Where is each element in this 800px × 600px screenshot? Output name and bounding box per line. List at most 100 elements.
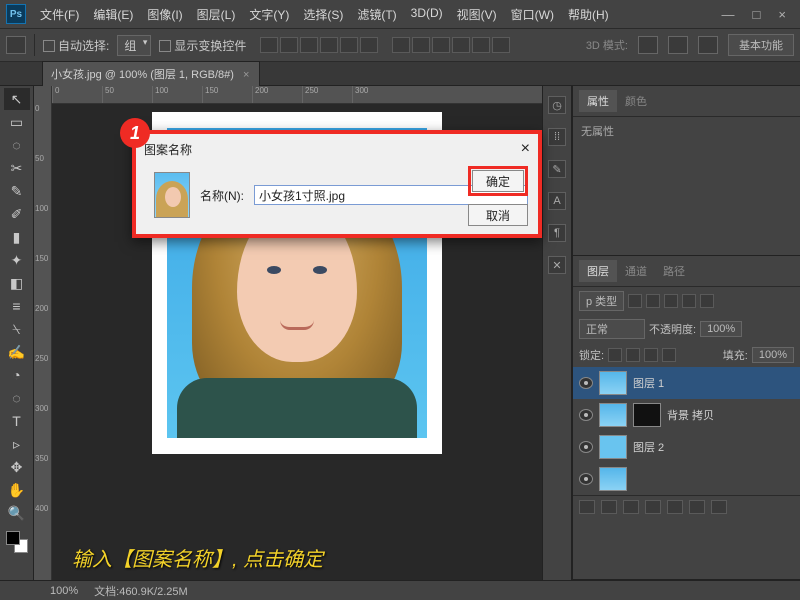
delete-layer-icon[interactable] xyxy=(711,500,727,514)
filter-icon[interactable] xyxy=(664,294,678,308)
character-icon[interactable]: A xyxy=(548,192,566,210)
maximize-button[interactable]: □ xyxy=(753,7,761,22)
align-icon[interactable] xyxy=(360,37,378,53)
distribute-icon[interactable] xyxy=(492,37,510,53)
menu-image[interactable]: 图像(I) xyxy=(141,4,188,25)
close-button[interactable]: × xyxy=(778,7,786,22)
layer-row[interactable]: 图层 2 xyxy=(573,431,800,463)
brushes-icon[interactable]: ⁞⁞ xyxy=(548,128,566,146)
blur-tool[interactable]: ✍ xyxy=(4,341,30,363)
tab-properties[interactable]: 属性 xyxy=(579,90,617,112)
layer-row[interactable]: 图层 1 xyxy=(573,367,800,399)
align-icon[interactable] xyxy=(320,37,338,53)
shape-tool[interactable]: ✥ xyxy=(4,456,30,478)
lock-icon[interactable] xyxy=(626,348,640,362)
minimize-button[interactable]: — xyxy=(722,7,735,22)
gradient-tool[interactable]: ⍀ xyxy=(4,318,30,340)
move-tool-icon[interactable] xyxy=(6,36,26,54)
lock-icon[interactable] xyxy=(608,348,622,362)
paragraph-icon[interactable]: ¶ xyxy=(548,224,566,242)
type-tool[interactable]: T xyxy=(4,410,30,432)
lasso-tool[interactable]: ◌ xyxy=(4,134,30,156)
blend-mode-dropdown[interactable]: 正常 xyxy=(579,319,645,339)
doc-info[interactable]: 文档:460.9K/2.25M xyxy=(94,583,188,599)
mask-icon[interactable] xyxy=(623,500,639,514)
tab-layers[interactable]: 图层 xyxy=(579,260,617,282)
path-tool[interactable]: ▹ xyxy=(4,433,30,455)
filter-icon[interactable] xyxy=(700,294,714,308)
group-icon[interactable] xyxy=(667,500,683,514)
menu-layer[interactable]: 图层(L) xyxy=(191,4,242,25)
tab-color[interactable]: 颜色 xyxy=(617,90,655,112)
tab-channels[interactable]: 通道 xyxy=(617,260,655,282)
visibility-icon[interactable] xyxy=(579,473,593,485)
filter-icon[interactable] xyxy=(682,294,696,308)
color-swatches[interactable] xyxy=(6,531,28,553)
filter-icon[interactable] xyxy=(646,294,660,308)
stamp-tool[interactable]: ✦ xyxy=(4,249,30,271)
opacity-field[interactable]: 100% xyxy=(700,321,742,337)
layer-row[interactable] xyxy=(573,463,800,495)
brush-presets-icon[interactable]: ✎ xyxy=(548,160,566,178)
ok-button[interactable]: 确定 xyxy=(472,170,524,192)
lock-icon[interactable] xyxy=(644,348,658,362)
align-icon[interactable] xyxy=(280,37,298,53)
visibility-icon[interactable] xyxy=(579,377,593,389)
auto-select-checkbox[interactable] xyxy=(43,40,55,52)
adjustment-icon[interactable] xyxy=(645,500,661,514)
pen-tool[interactable]: ◌ xyxy=(4,387,30,409)
layer-thumbnail[interactable] xyxy=(599,371,627,395)
marquee-tool[interactable]: ▭ xyxy=(4,111,30,133)
mode-3d-icon[interactable] xyxy=(698,36,718,54)
healing-tool[interactable]: ✐ xyxy=(4,203,30,225)
history-icon[interactable]: ◷ xyxy=(548,96,566,114)
visibility-icon[interactable] xyxy=(579,409,593,421)
menu-type[interactable]: 文字(Y) xyxy=(243,4,295,25)
new-layer-icon[interactable] xyxy=(689,500,705,514)
eraser-tool[interactable]: ≡ xyxy=(4,295,30,317)
zoom-tool[interactable]: 🔍 xyxy=(4,502,30,524)
distribute-icon[interactable] xyxy=(472,37,490,53)
brush-tool[interactable]: ▮ xyxy=(4,226,30,248)
link-layers-icon[interactable] xyxy=(579,500,595,514)
eyedropper-tool[interactable]: ✎ xyxy=(4,180,30,202)
foreground-swatch[interactable] xyxy=(6,531,20,545)
menu-view[interactable]: 视图(V) xyxy=(451,4,503,25)
cancel-button[interactable]: 取消 xyxy=(468,204,528,226)
dialog-close-icon[interactable]: × xyxy=(521,140,530,158)
distribute-icon[interactable] xyxy=(452,37,470,53)
workspace-switcher[interactable]: 基本功能 xyxy=(728,34,794,56)
auto-select-dropdown[interactable]: 组 xyxy=(117,35,151,56)
crop-tool[interactable]: ✂ xyxy=(4,157,30,179)
layer-filter-kind[interactable]: p 类型 xyxy=(579,291,624,311)
menu-edit[interactable]: 编辑(E) xyxy=(87,4,139,25)
layer-thumbnail[interactable] xyxy=(599,435,627,459)
distribute-icon[interactable] xyxy=(392,37,410,53)
menu-window[interactable]: 窗口(W) xyxy=(505,4,560,25)
fill-field[interactable]: 100% xyxy=(752,347,794,363)
history-brush-tool[interactable]: ◧ xyxy=(4,272,30,294)
align-icon[interactable] xyxy=(300,37,318,53)
hand-tool[interactable]: ✋ xyxy=(4,479,30,501)
layer-row[interactable]: 背景 拷贝 xyxy=(573,399,800,431)
menu-3d[interactable]: 3D(D) xyxy=(405,4,449,25)
zoom-level[interactable]: 100% xyxy=(50,585,78,597)
menu-select[interactable]: 选择(S) xyxy=(297,4,349,25)
menu-filter[interactable]: 滤镜(T) xyxy=(351,4,402,25)
distribute-icon[interactable] xyxy=(412,37,430,53)
menu-file[interactable]: 文件(F) xyxy=(34,4,85,25)
align-icon[interactable] xyxy=(340,37,358,53)
dodge-tool[interactable]: ◔ xyxy=(4,364,30,386)
swatches-icon[interactable]: ✕ xyxy=(548,256,566,274)
tab-close-icon[interactable]: × xyxy=(243,69,249,81)
menu-help[interactable]: 帮助(H) xyxy=(562,4,615,25)
fx-icon[interactable] xyxy=(601,500,617,514)
mode-3d-icon[interactable] xyxy=(638,36,658,54)
layer-mask-thumbnail[interactable] xyxy=(633,403,661,427)
mode-3d-icon[interactable] xyxy=(668,36,688,54)
lock-icon[interactable] xyxy=(662,348,676,362)
visibility-icon[interactable] xyxy=(579,441,593,453)
document-tab[interactable]: 小女孩.jpg @ 100% (图层 1, RGB/8#) × xyxy=(42,61,260,86)
align-icon[interactable] xyxy=(260,37,278,53)
layer-thumbnail[interactable] xyxy=(599,467,627,491)
